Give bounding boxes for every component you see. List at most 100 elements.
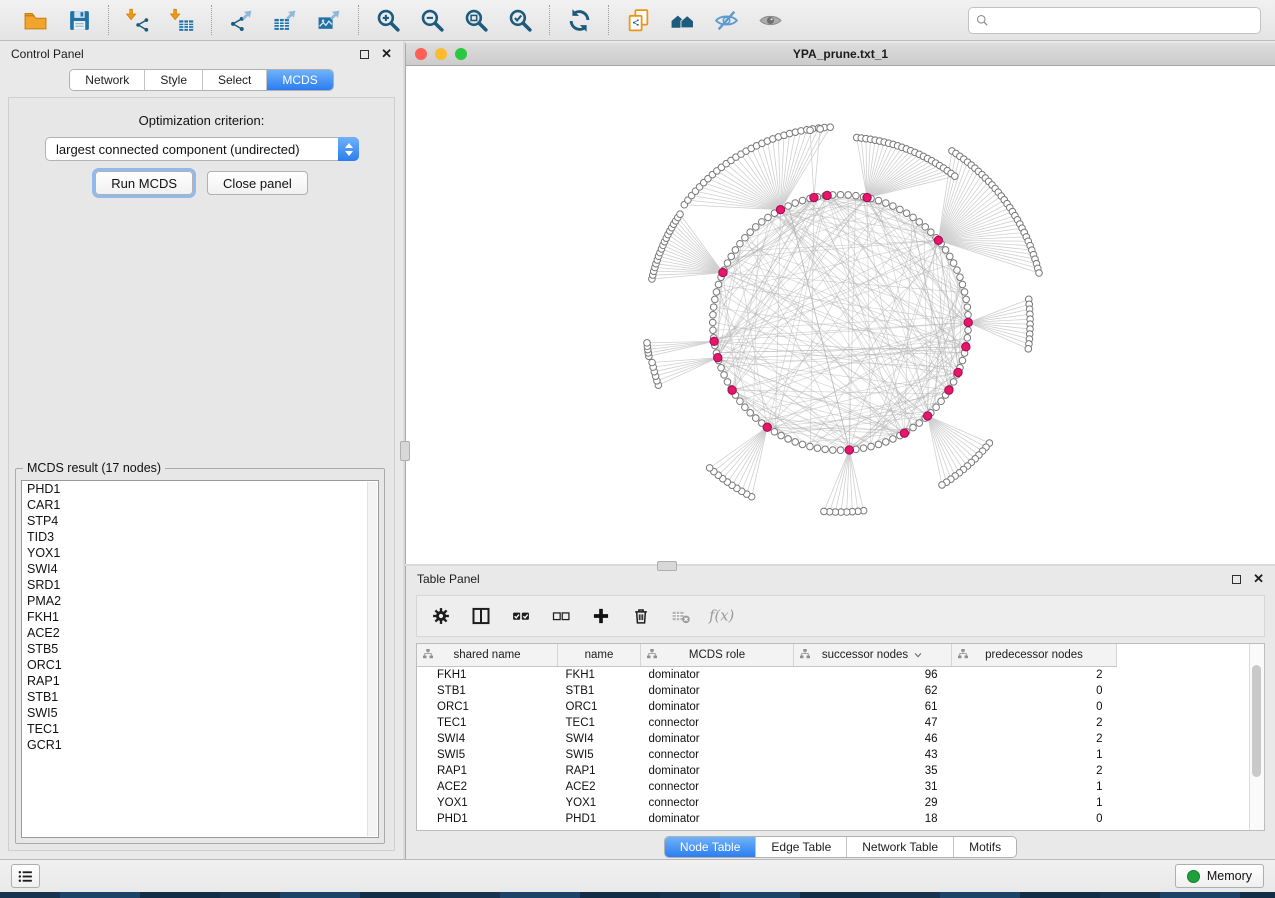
ring-node[interactable] [946, 253, 953, 260]
table-cell[interactable]: SWI5 [417, 747, 558, 763]
table-cell[interactable]: dominator [641, 683, 794, 699]
fan-node[interactable] [827, 124, 834, 131]
ring-node[interactable] [964, 335, 971, 342]
ring-node[interactable] [709, 319, 716, 326]
export-image-button[interactable] [311, 4, 347, 36]
fan-node[interactable] [644, 340, 651, 347]
table-cell[interactable]: FKH1 [417, 667, 558, 684]
open-file-button[interactable] [17, 4, 53, 36]
ring-node[interactable] [737, 240, 744, 247]
table-cell[interactable]: 18 [794, 811, 952, 827]
ring-node[interactable] [910, 214, 917, 221]
table-cell[interactable]: SWI4 [558, 731, 641, 747]
zoom-in-button[interactable] [370, 4, 406, 36]
table-cell[interactable]: ACE2 [558, 779, 641, 795]
table-scrollbar-track[interactable] [1249, 644, 1264, 830]
ring-node[interactable] [964, 304, 971, 311]
ring-node[interactable] [837, 191, 844, 198]
ring-node[interactable] [758, 219, 765, 226]
ring-node[interactable] [830, 447, 837, 454]
ring-node[interactable] [845, 192, 852, 199]
tab-network[interactable]: Network [70, 70, 144, 90]
table-cell[interactable]: 29 [794, 795, 952, 811]
table-row[interactable]: ACE2ACE2connector311 [417, 779, 1117, 795]
ring-node[interactable] [883, 200, 890, 207]
ring-node[interactable] [961, 289, 968, 296]
mcds-result-item[interactable]: SRD1 [22, 577, 378, 593]
table-row[interactable]: ORC1ORC1dominator610 [417, 699, 1117, 715]
ring-node[interactable] [897, 206, 904, 213]
select-all-button[interactable] [505, 600, 537, 632]
table-cell[interactable]: RAP1 [558, 763, 641, 779]
table-cell[interactable]: STB1 [417, 683, 558, 699]
ring-node[interactable] [713, 289, 720, 296]
ring-node[interactable] [765, 214, 772, 221]
add-column-button[interactable] [585, 600, 617, 632]
ring-node[interactable] [752, 415, 759, 422]
ring-node[interactable] [799, 197, 806, 204]
fan-node[interactable] [817, 126, 824, 133]
ring-node[interactable] [710, 312, 717, 319]
ring-node[interactable] [822, 446, 829, 453]
table-cell[interactable]: 62 [794, 683, 952, 699]
mcds-node[interactable] [900, 429, 908, 437]
table-cell[interactable]: 47 [794, 715, 952, 731]
table-cell[interactable]: ORC1 [417, 699, 558, 715]
mcds-result-item[interactable]: TID3 [22, 529, 378, 545]
table-tab-edge-table[interactable]: Edge Table [755, 837, 846, 857]
mcds-result-item[interactable]: STB5 [22, 641, 378, 657]
network-graph[interactable] [406, 66, 1275, 564]
mcds-node[interactable] [923, 412, 931, 420]
zoom-selected-button[interactable] [502, 4, 538, 36]
mcds-node[interactable] [934, 236, 942, 244]
mcds-result-item[interactable]: STP4 [22, 513, 378, 529]
table-cell[interactable]: connector [641, 795, 794, 811]
table-cell[interactable]: STB1 [558, 683, 641, 699]
zoom-fit-button[interactable] [458, 4, 494, 36]
table-cell[interactable]: 1 [952, 795, 1117, 811]
ring-node[interactable] [942, 247, 949, 254]
mcds-node[interactable] [763, 423, 771, 431]
table-cell[interactable]: 0 [952, 811, 1117, 827]
mcds-result-item[interactable]: FKH1 [22, 609, 378, 625]
fan-node[interactable] [951, 173, 958, 180]
table-cell[interactable]: YOX1 [558, 795, 641, 811]
table-cell[interactable]: connector [641, 747, 794, 763]
ring-node[interactable] [890, 203, 897, 210]
ring-node[interactable] [752, 224, 759, 231]
float-table-panel-button[interactable] [1232, 575, 1241, 584]
table-cell[interactable]: 31 [794, 779, 952, 795]
mcds-result-item[interactable]: GCR1 [22, 737, 378, 753]
ring-node[interactable] [965, 327, 972, 334]
mcds-node[interactable] [823, 191, 831, 199]
ring-node[interactable] [807, 443, 814, 450]
table-cell[interactable]: TEC1 [558, 715, 641, 731]
mcds-node[interactable] [964, 318, 972, 326]
table-cell[interactable]: dominator [641, 811, 794, 827]
ring-node[interactable] [853, 192, 860, 199]
table-tab-network-table[interactable]: Network Table [846, 837, 953, 857]
mcds-result-item[interactable]: TEC1 [22, 721, 378, 737]
mcds-result-item[interactable]: PMA2 [22, 593, 378, 609]
table-cell[interactable]: connector [641, 715, 794, 731]
mcds-result-item[interactable]: RAP1 [22, 673, 378, 689]
ring-node[interactable] [814, 445, 821, 452]
table-cell[interactable]: dominator [641, 763, 794, 779]
ring-node[interactable] [875, 197, 882, 204]
ring-node[interactable] [957, 274, 964, 281]
mcds-result-item[interactable]: SWI5 [22, 705, 378, 721]
table-row[interactable]: SWI4SWI4dominator462 [417, 731, 1117, 747]
mcds-node[interactable] [954, 368, 962, 376]
fan-node[interactable] [1025, 346, 1032, 353]
table-cell[interactable]: 43 [794, 747, 952, 763]
table-cell[interactable]: 0 [952, 683, 1117, 699]
save-session-button[interactable] [61, 4, 97, 36]
mcds-node[interactable] [714, 354, 722, 362]
table-row[interactable]: STB1STB1dominator620 [417, 683, 1117, 699]
table-cell[interactable]: 61 [794, 699, 952, 715]
ring-node[interactable] [860, 445, 867, 452]
ring-node[interactable] [710, 327, 717, 334]
mcds-result-item[interactable]: CAR1 [22, 497, 378, 513]
table-row[interactable]: SWI5SWI5connector431 [417, 747, 1117, 763]
fan-node[interactable] [807, 127, 814, 134]
